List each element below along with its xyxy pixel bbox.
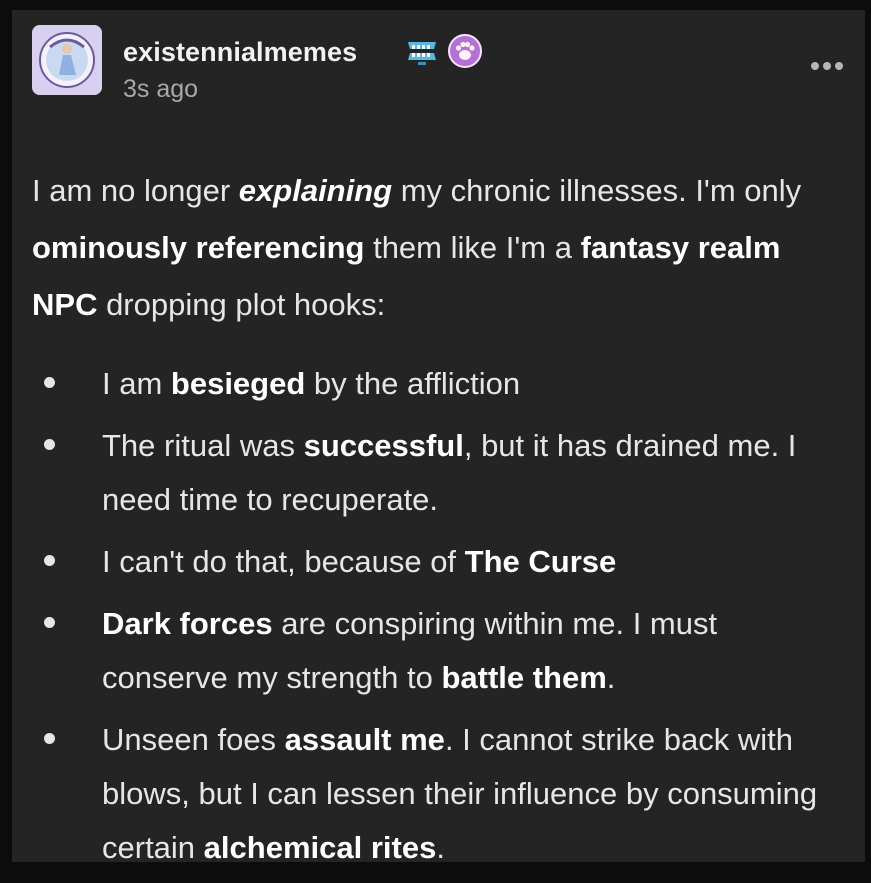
text-run: . [436, 830, 445, 865]
teeth-badge-icon [404, 36, 440, 71]
text-run: dropping plot hooks: [97, 287, 386, 322]
text-run: The ritual was [102, 428, 304, 463]
post-bullet-list: I am besieged by the affliction The ritu… [32, 357, 847, 883]
bullet-icon [44, 617, 55, 628]
bullet-icon [44, 733, 55, 744]
emphasis-run: assault me [284, 722, 445, 757]
text-run: I am no longer [32, 173, 239, 208]
post-timestamp: 3s ago [123, 75, 199, 103]
avatar-image [32, 25, 102, 95]
list-item: The ritual was successful, but it has dr… [32, 419, 847, 527]
emphasis-run: explaining [238, 173, 393, 208]
emphasis-run: besieged [170, 366, 306, 401]
post-header: existennialmemes 3s ago [32, 25, 847, 103]
text-run: I can't do that, because of [102, 544, 465, 579]
username[interactable]: existennialmemes [123, 37, 357, 68]
user-badges [404, 33, 482, 73]
emphasis-run: successful [303, 428, 464, 463]
text-run: by the affliction [305, 366, 521, 401]
emphasis-run: battle them [441, 660, 607, 695]
list-item: I can't do that, because of The Curse [32, 535, 847, 589]
avatar[interactable] [32, 25, 102, 95]
bullet-icon [44, 377, 55, 388]
text-run: my chronic illnesses. I'm only [392, 173, 802, 208]
bullet-icon [44, 439, 55, 450]
paw-badge-icon [448, 33, 482, 73]
more-options-icon[interactable] [807, 59, 847, 73]
text-run: Unseen foes [102, 722, 285, 757]
list-item: Unseen foes assault me. I cannot strike … [32, 713, 847, 875]
text-run: . [606, 660, 616, 695]
list-item: I am besieged by the affliction [32, 357, 847, 411]
post-card: existennialmemes 3s ago I am no longer e… [12, 10, 865, 865]
text-run: I am [102, 366, 171, 401]
emphasis-run: The Curse [464, 544, 617, 579]
emphasis-run: alchemical rites [203, 830, 437, 865]
bullet-icon [44, 555, 55, 566]
emphasis-run: Dark forces [102, 606, 273, 641]
post-intro-text: I am no longer explaining my chronic ill… [32, 162, 847, 333]
emphasis-run: ominously referencing [32, 230, 365, 265]
text-run: them like I'm a [364, 230, 581, 265]
list-item: Dark forces are conspiring within me. I … [32, 597, 847, 705]
